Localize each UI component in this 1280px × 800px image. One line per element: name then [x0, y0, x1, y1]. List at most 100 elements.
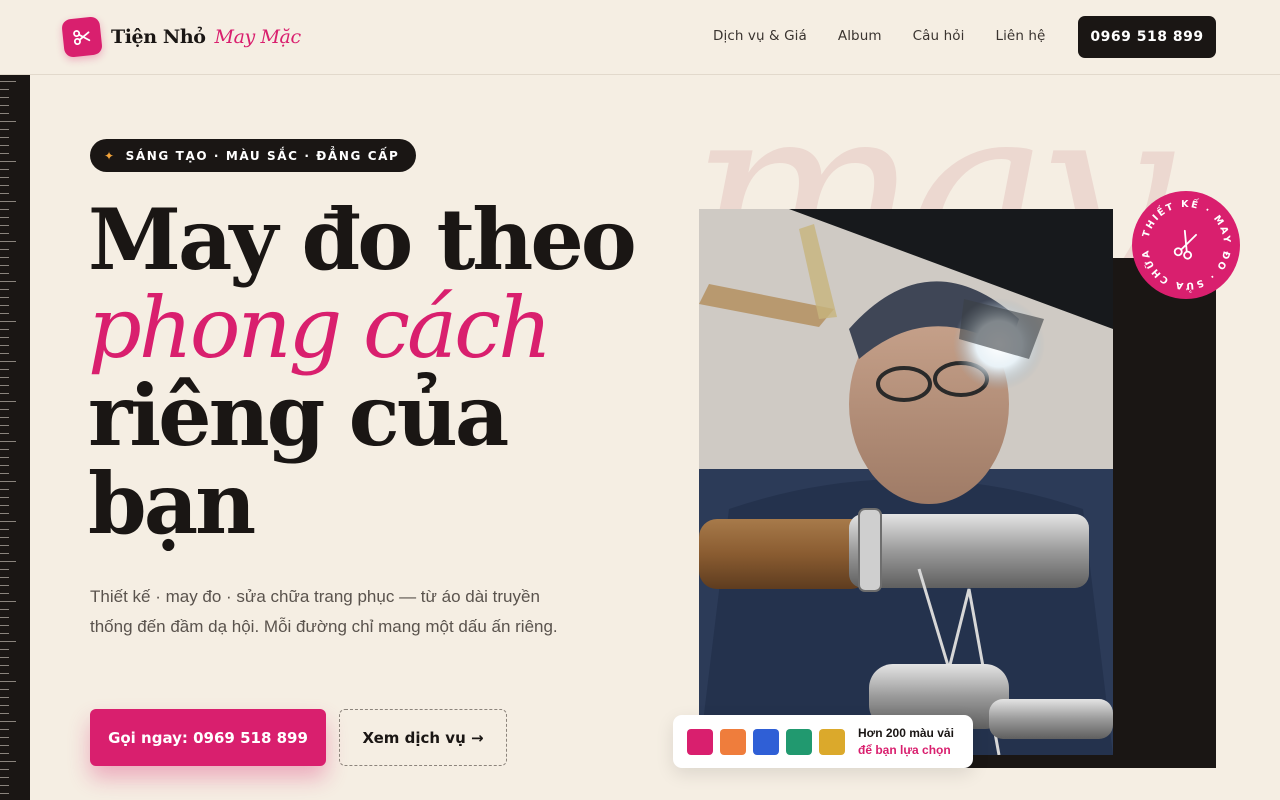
ruler-tick [0, 593, 9, 594]
hero-subtitle: Thiết kế · may đo · sửa chữa trang phục … [90, 587, 558, 636]
color-swatch[interactable] [786, 729, 812, 755]
ruler-tick [0, 697, 9, 698]
ruler-tick [0, 617, 9, 618]
phone-button[interactable]: 0969 518 899 [1078, 16, 1216, 58]
headline-line-1: May đo theo [88, 190, 637, 289]
ruler-tick [0, 425, 9, 426]
ruler-tick [0, 385, 9, 386]
ruler-tick [0, 793, 9, 794]
scissors-icon [61, 16, 103, 58]
ruler-tick [0, 473, 9, 474]
ruler-tick [0, 169, 9, 170]
ruler-tick [0, 465, 9, 466]
brand-tagline: May Mặc [214, 26, 302, 48]
nav-item-contact[interactable]: Liên hệ [995, 28, 1045, 44]
ruler-tick [0, 265, 9, 266]
ruler-tick [0, 649, 9, 650]
main-nav: Dịch vụ & Giá Album Câu hỏi Liên hệ [713, 28, 1045, 44]
ruler-tick [0, 681, 16, 682]
ruler-tick [0, 657, 9, 658]
headline-accent: phong cách [88, 279, 552, 377]
ruler-tick [0, 737, 9, 738]
ruler-tick [0, 121, 16, 122]
brand-name: Tiện Nhỏ [111, 26, 206, 48]
ruler-tick [0, 481, 16, 482]
ruler-tick [0, 241, 16, 242]
ruler-tick [0, 761, 16, 762]
ruler-tick [0, 217, 9, 218]
sparkle-icon: ✦ [104, 148, 116, 163]
ruler-tick [0, 449, 9, 450]
ruler-tick [0, 689, 9, 690]
ruler-tick [0, 409, 9, 410]
ruler-tick [0, 249, 9, 250]
ruler-tick [0, 281, 16, 282]
color-swatch[interactable] [819, 729, 845, 755]
ruler-tick [0, 297, 9, 298]
ruler-tick [0, 777, 9, 778]
ruler-tick [0, 345, 9, 346]
hero-badge: ✦ SÁNG TẠO · MÀU SẮC · ĐẲNG CẤP [90, 139, 417, 172]
ruler-tick [0, 401, 16, 402]
ruler-tick [0, 641, 16, 642]
ruler-tick [0, 521, 16, 522]
color-swatches [687, 729, 852, 755]
ruler-tick [0, 561, 16, 562]
site-header: Tiện Nhỏ May Mặc Dịch vụ & Giá Album Câu… [0, 0, 1280, 75]
ruler-tick [0, 441, 16, 442]
color-swatch[interactable] [720, 729, 746, 755]
ruler-tick [0, 505, 9, 506]
ruler-tick [0, 329, 9, 330]
ruler-tick [0, 729, 9, 730]
ruler-tick [0, 785, 9, 786]
ruler-tick [0, 201, 16, 202]
ruler-tick [0, 673, 9, 674]
ruler-tick [0, 497, 9, 498]
nav-item-album[interactable]: Album [838, 28, 882, 44]
ruler-tick [0, 337, 9, 338]
ruler-tick [0, 585, 9, 586]
brand-logo[interactable]: Tiện Nhỏ May Mặc [61, 16, 302, 58]
ruler-tick [0, 537, 9, 538]
ruler-tick [0, 209, 9, 210]
ruler-tick [0, 185, 9, 186]
ruler-tick [0, 233, 9, 234]
ruler-tick [0, 369, 9, 370]
ruler-tick [0, 177, 9, 178]
ruler-tick [0, 129, 9, 130]
ruler-tick [0, 289, 9, 290]
color-swatch[interactable] [687, 729, 713, 755]
ruler-tick [0, 513, 9, 514]
call-now-button[interactable]: Gọi ngay: 0969 518 899 [90, 709, 326, 766]
ruler-tick [0, 305, 9, 306]
ruler-tick [0, 601, 16, 602]
measuring-tape-decoration [0, 75, 30, 800]
ruler-tick [0, 145, 9, 146]
nav-item-services[interactable]: Dịch vụ & Giá [713, 28, 807, 44]
ruler-tick [0, 417, 9, 418]
ruler-tick [0, 753, 9, 754]
ruler-tick [0, 377, 9, 378]
color-swatch[interactable] [753, 729, 779, 755]
ruler-tick [0, 353, 9, 354]
ruler-tick [0, 81, 16, 82]
fabric-count-label: Hơn 200 màu vải [858, 726, 954, 740]
ruler-tick [0, 393, 9, 394]
ruler-tick [0, 225, 9, 226]
ruler-tick [0, 97, 9, 98]
ruler-tick [0, 569, 9, 570]
view-services-button[interactable]: Xem dịch vụ → [339, 709, 507, 766]
ruler-tick [0, 553, 9, 554]
ruler-tick [0, 321, 16, 322]
fabric-choice-label: để bạn lựa chọn [858, 743, 951, 757]
ruler-tick [0, 721, 16, 722]
nav-item-faq[interactable]: Câu hỏi [913, 28, 965, 44]
hero-badge-label: SÁNG TẠO · MÀU SẮC · ĐẲNG CẤP [125, 148, 400, 163]
ruler-tick [0, 625, 9, 626]
ruler-tick [0, 665, 9, 666]
hero-headline: May đo theo phong cách riêng của bạn [88, 196, 648, 548]
ruler-tick [0, 529, 9, 530]
ruler-tick [0, 609, 9, 610]
ruler-tick [0, 89, 9, 90]
ruler-tick [0, 769, 9, 770]
